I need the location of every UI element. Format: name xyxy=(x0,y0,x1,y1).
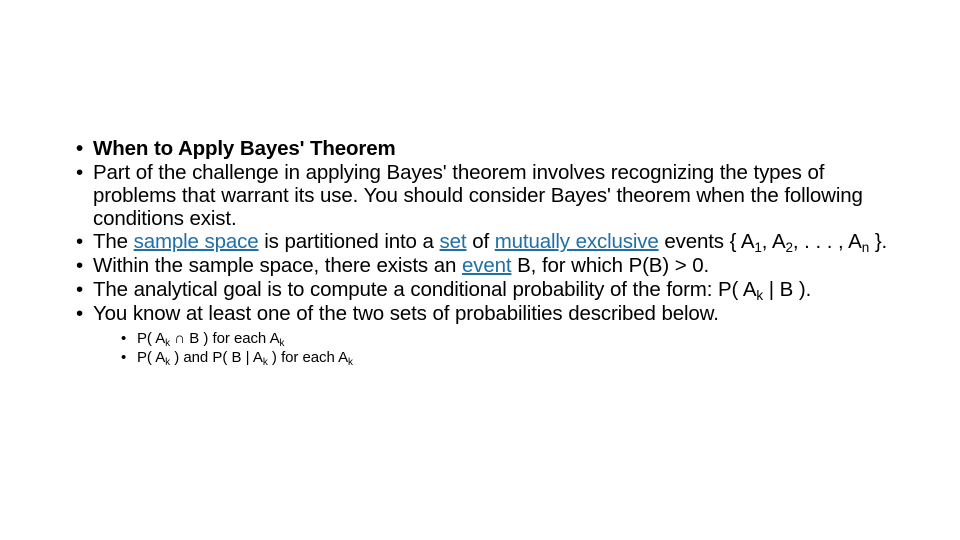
bullet-glyph-icon: • xyxy=(121,329,127,347)
text-segment: }. xyxy=(869,230,888,254)
link-set[interactable]: set xyxy=(440,230,467,253)
sub-bullet-list: • P( Ak ∩ B ) for each Ak • P( Ak ) and … xyxy=(93,330,892,368)
subscript-k: k xyxy=(348,356,353,368)
text-segment: The xyxy=(93,230,134,254)
slide: • When to Apply Bayes' Theorem • Part of… xyxy=(0,0,960,540)
bullet-item-heading: • When to Apply Bayes' Theorem xyxy=(62,137,892,161)
bullet-glyph-icon: • xyxy=(76,230,84,254)
subscript-k: k xyxy=(279,337,285,349)
text-segment: Within the sample space, there exists an xyxy=(93,254,462,278)
link-mutually-exclusive[interactable]: mutually exclusive xyxy=(495,230,659,253)
link-sample-space[interactable]: sample space xyxy=(134,230,259,253)
subscript-2: 2 xyxy=(785,240,793,256)
text-segment: ∩ B ) for each A xyxy=(170,329,280,347)
subscript-1: 1 xyxy=(754,240,762,256)
text-segment: is partitioned into a xyxy=(258,230,440,254)
link-event[interactable]: event xyxy=(462,254,512,277)
bullet-item-event-b: • Within the sample space, there exists … xyxy=(62,254,892,278)
subscript-n: n xyxy=(861,240,870,256)
bullet-text-challenge: Part of the challenge in applying Bayes'… xyxy=(93,160,863,230)
bullet-text-two-sets: You know at least one of the two sets of… xyxy=(93,301,719,325)
text-segment: ) and P( B | A xyxy=(170,348,263,366)
text-segment: ) for each A xyxy=(267,348,349,366)
bullet-glyph-icon: • xyxy=(76,137,84,160)
sub-bullet-joint-probability: • P( Ak ∩ B ) for each Ak xyxy=(111,330,892,349)
bullet-glyph-icon: • xyxy=(121,348,127,366)
content-placeholder: • When to Apply Bayes' Theorem • Part of… xyxy=(62,137,892,368)
bullet-glyph-icon: • xyxy=(76,278,84,302)
text-segment: P( A xyxy=(137,348,166,366)
subscript-k: k xyxy=(756,287,763,303)
bullet-item-two-sets: • You know at least one of the two sets … xyxy=(62,301,892,368)
bullet-text-heading: When to Apply Bayes' Theorem xyxy=(93,137,396,160)
bullet-glyph-icon: • xyxy=(76,254,84,278)
text-segment: B, for which P(B) > 0. xyxy=(511,254,710,278)
text-segment: The analytical goal is to compute a cond… xyxy=(93,278,757,302)
text-segment: , . . . , A xyxy=(792,230,862,254)
bullet-glyph-icon: • xyxy=(76,301,84,325)
text-segment: events { A xyxy=(658,230,755,254)
text-segment: of xyxy=(466,230,495,254)
text-segment: | B ). xyxy=(762,278,812,302)
text-segment: , A xyxy=(761,230,786,254)
bullet-item-sample-space: • The sample space is partitioned into a… xyxy=(62,230,892,256)
sub-bullet-conditional-probability: • P( Ak ) and P( B | Ak ) for each Ak xyxy=(111,349,892,368)
bullet-glyph-icon: • xyxy=(76,160,84,184)
text-segment: P( A xyxy=(137,329,166,347)
sub-bullet-container: • P( Ak ∩ B ) for each Ak • P( Ak ) and … xyxy=(93,330,892,368)
bullet-item-challenge: • Part of the challenge in applying Baye… xyxy=(62,160,892,231)
bullet-list: • When to Apply Bayes' Theorem • Part of… xyxy=(62,137,892,368)
bullet-item-analytical-goal: • The analytical goal is to compute a co… xyxy=(62,278,892,303)
